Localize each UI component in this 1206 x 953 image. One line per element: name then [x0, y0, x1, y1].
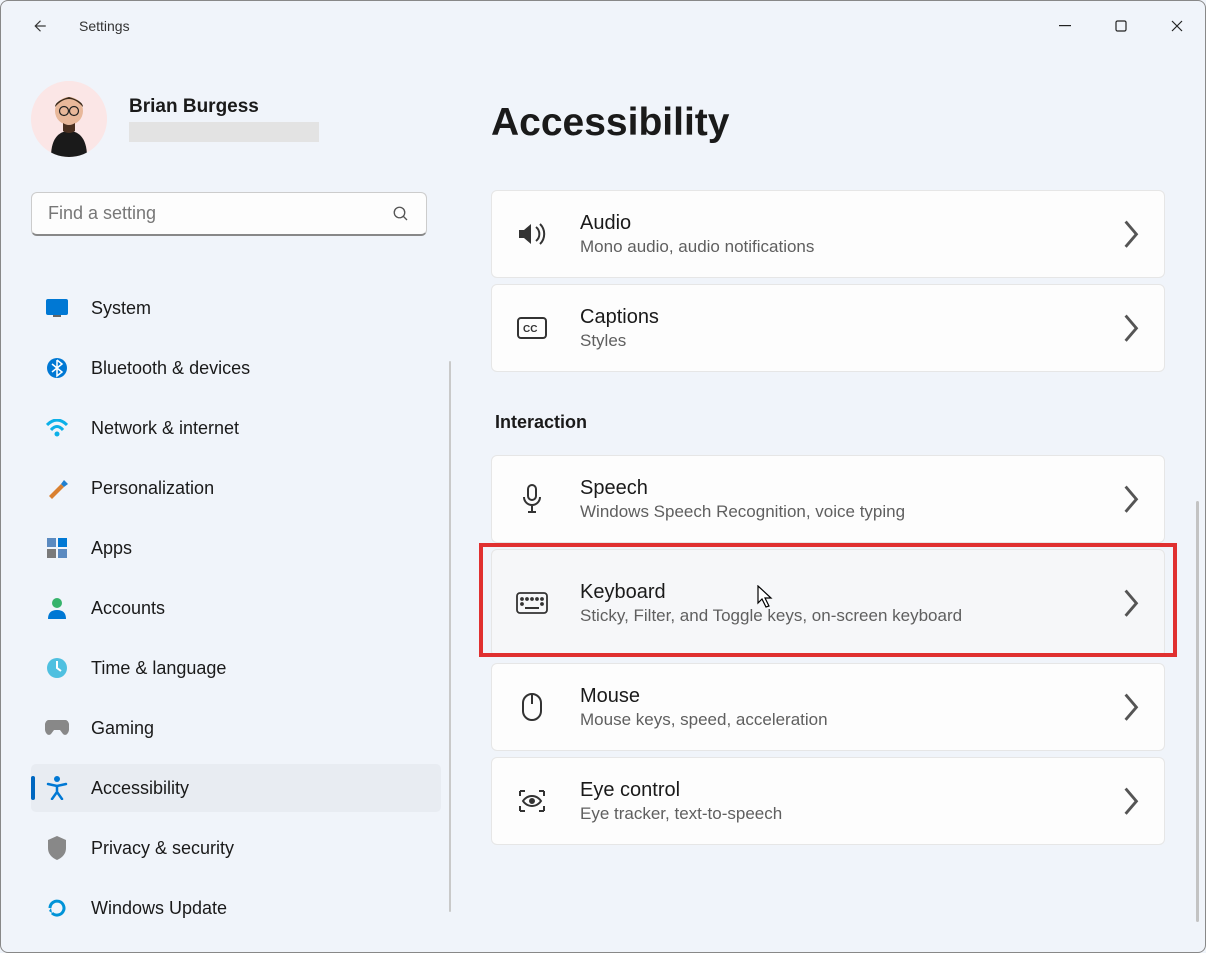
user-email-redacted [129, 122, 319, 142]
search-icon [392, 205, 410, 223]
search-box[interactable] [31, 192, 427, 236]
personalization-icon [45, 476, 69, 500]
minimize-button[interactable] [1037, 6, 1093, 46]
chevron-right-icon [1122, 785, 1140, 817]
page-title: Accessibility [491, 101, 1165, 145]
maximize-icon [1115, 20, 1127, 32]
card-sub: Windows Speech Recognition, voice typing [580, 502, 1122, 522]
card-title: Keyboard [580, 581, 1122, 604]
sidebar-item-label: Privacy & security [91, 838, 234, 859]
sidebar-item-personalization[interactable]: Personalization [31, 464, 441, 512]
gaming-icon [45, 716, 69, 740]
sidebar-item-system[interactable]: System [31, 284, 441, 332]
sidebar-item-apps[interactable]: Apps [31, 524, 441, 572]
card-keyboard[interactable]: Keyboard Sticky, Filter, and Toggle keys… [491, 549, 1165, 657]
card-sub: Eye tracker, text-to-speech [580, 804, 1122, 824]
card-captions[interactable]: CC Captions Styles [491, 284, 1165, 372]
user-name: Brian Burgess [129, 96, 319, 118]
close-icon [1171, 20, 1183, 32]
sidebar-item-label: Personalization [91, 478, 214, 499]
main-content: Accessibility Audio Mono audio, audio no… [451, 51, 1205, 952]
svg-text:CC: CC [523, 324, 537, 335]
chevron-right-icon [1122, 483, 1140, 515]
card-sub: Mono audio, audio notifications [580, 237, 1122, 257]
back-button[interactable] [21, 8, 57, 44]
update-icon [45, 896, 69, 920]
maximize-button[interactable] [1093, 6, 1149, 46]
avatar [31, 81, 107, 157]
app-title: Settings [79, 18, 130, 34]
mouse-icon [516, 691, 548, 723]
minimize-icon [1059, 20, 1071, 32]
chevron-right-icon [1122, 691, 1140, 723]
keyboard-icon [516, 587, 548, 619]
back-arrow-icon [30, 17, 48, 35]
sidebar-item-windows-update[interactable]: Windows Update [31, 884, 441, 932]
section-heading-interaction: Interaction [495, 412, 1165, 433]
main-scrollbar[interactable] [1196, 501, 1199, 922]
card-eye-control[interactable]: Eye control Eye tracker, text-to-speech [491, 757, 1165, 845]
sidebar-item-bluetooth[interactable]: Bluetooth & devices [31, 344, 441, 392]
card-speech[interactable]: Speech Windows Speech Recognition, voice… [491, 455, 1165, 543]
sidebar-item-label: Bluetooth & devices [91, 358, 250, 379]
sidebar-item-accounts[interactable]: Accounts [31, 584, 441, 632]
audio-icon [516, 218, 548, 250]
sidebar-item-label: Network & internet [91, 418, 239, 439]
system-icon [45, 296, 69, 320]
accessibility-icon [45, 776, 69, 800]
card-title: Speech [580, 477, 1122, 500]
sidebar-item-label: Accessibility [91, 778, 189, 799]
captions-icon: CC [516, 312, 548, 344]
accounts-icon [45, 596, 69, 620]
card-sub: Styles [580, 331, 1122, 351]
bluetooth-icon [45, 356, 69, 380]
privacy-icon [45, 836, 69, 860]
nav-list: System Bluetooth & devices Network & int… [31, 284, 441, 944]
sidebar-item-network[interactable]: Network & internet [31, 404, 441, 452]
card-title: Eye control [580, 779, 1122, 802]
speech-icon [516, 483, 548, 515]
search-input[interactable] [48, 203, 392, 224]
sidebar-item-time-language[interactable]: Time & language [31, 644, 441, 692]
chevron-right-icon [1122, 218, 1140, 250]
apps-icon [45, 536, 69, 560]
card-audio[interactable]: Audio Mono audio, audio notifications [491, 190, 1165, 278]
time-language-icon [45, 656, 69, 680]
sidebar-item-label: System [91, 298, 151, 319]
chevron-right-icon [1122, 587, 1140, 619]
eye-control-icon [516, 785, 548, 817]
chevron-right-icon [1122, 312, 1140, 344]
title-bar: Settings [1, 1, 1205, 51]
card-title: Captions [580, 306, 1122, 329]
sidebar-item-label: Windows Update [91, 898, 227, 919]
card-title: Audio [580, 212, 1122, 235]
sidebar-item-label: Apps [91, 538, 132, 559]
sidebar-item-privacy[interactable]: Privacy & security [31, 824, 441, 872]
sidebar-item-accessibility[interactable]: Accessibility [31, 764, 441, 812]
sidebar-item-label: Time & language [91, 658, 226, 679]
card-title: Mouse [580, 685, 1122, 708]
sidebar: Brian Burgess System Bluetooth & devices [1, 51, 451, 952]
network-icon [45, 416, 69, 440]
close-button[interactable] [1149, 6, 1205, 46]
sidebar-item-gaming[interactable]: Gaming [31, 704, 441, 752]
sidebar-item-label: Accounts [91, 598, 165, 619]
user-block[interactable]: Brian Burgess [31, 81, 441, 157]
card-sub: Mouse keys, speed, acceleration [580, 710, 1122, 730]
card-sub: Sticky, Filter, and Toggle keys, on-scre… [580, 606, 1122, 626]
sidebar-item-label: Gaming [91, 718, 154, 739]
card-mouse[interactable]: Mouse Mouse keys, speed, acceleration [491, 663, 1165, 751]
